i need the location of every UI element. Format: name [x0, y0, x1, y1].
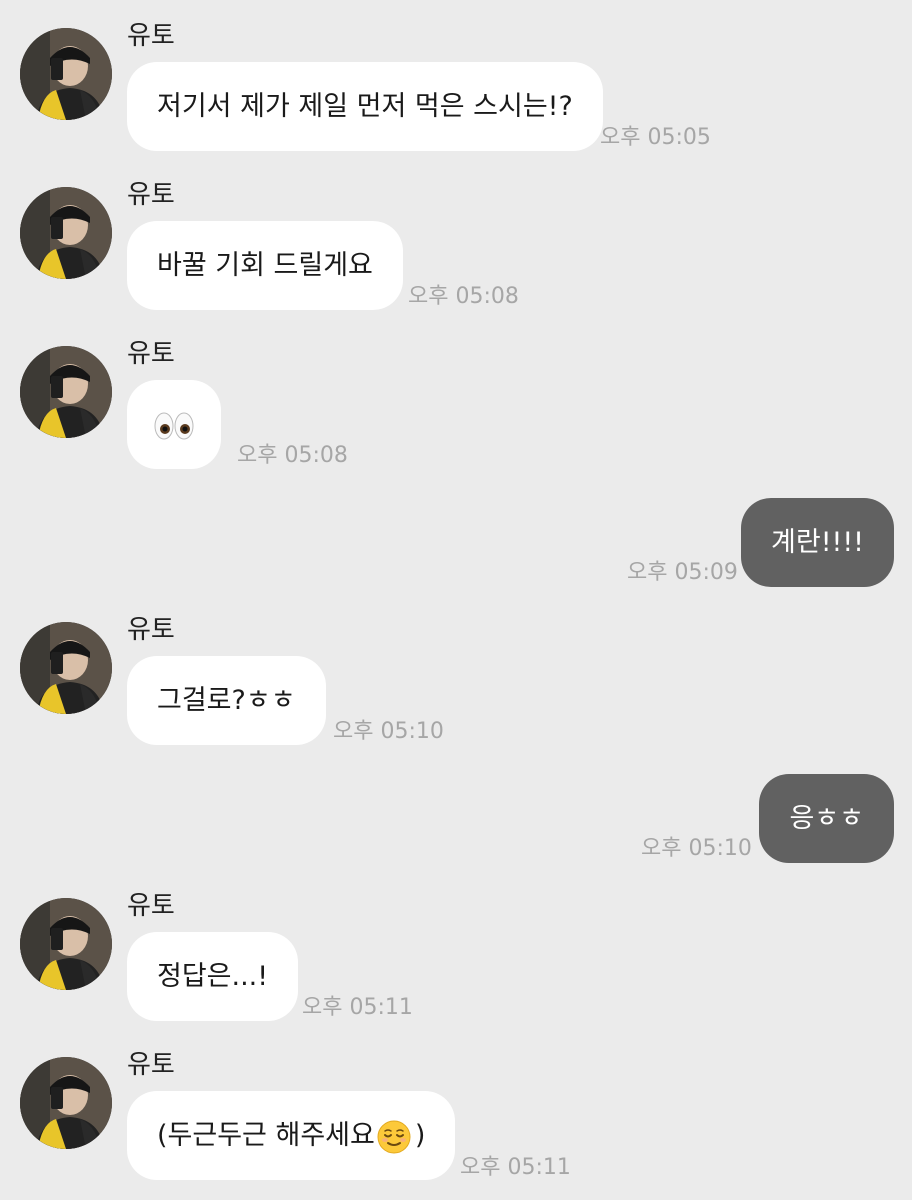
message-timestamp: 오후 05:11: [460, 1155, 571, 1180]
message-bubble[interactable]: (두근두근 해주세요 ): [127, 1091, 456, 1180]
message-bubble[interactable]: 저기서 제가 제일 먼저 먹은 스시는!?: [127, 62, 603, 151]
avatar[interactable]: [20, 622, 112, 714]
avatar[interactable]: [20, 898, 112, 990]
sender-name: 유토: [127, 339, 175, 369]
message-timestamp: 오후 05:09: [627, 560, 738, 585]
message-timestamp: 오후 05:08: [237, 443, 348, 468]
message-text: (두근두근 해주세요: [157, 1120, 375, 1151]
message-bubble[interactable]: 정답은...!: [127, 932, 299, 1021]
avatar[interactable]: [20, 1057, 112, 1149]
message-timestamp: 오후 05:10: [333, 719, 444, 744]
message-timestamp: 오후 05:08: [408, 284, 519, 309]
relieved-face-emoji: [377, 1120, 411, 1153]
message-bubble[interactable]: 계란!!!!: [741, 498, 894, 587]
message-bubble[interactable]: [127, 380, 221, 469]
sender-name: 유토: [127, 21, 175, 51]
avatar[interactable]: [20, 346, 112, 438]
sender-name: 유토: [127, 891, 175, 921]
sender-name: 유토: [127, 615, 175, 645]
sender-name: 유토: [127, 1050, 175, 1080]
eyes-emoji: [154, 412, 194, 439]
message-timestamp: 오후 05:11: [302, 995, 413, 1020]
message-text: ): [414, 1120, 426, 1151]
sender-name: 유토: [127, 180, 175, 210]
message-bubble[interactable]: 응ㅎㅎ: [759, 774, 894, 863]
avatar[interactable]: [20, 187, 112, 279]
message-timestamp: 오후 05:10: [641, 836, 752, 861]
message-bubble[interactable]: 그걸로?ㅎㅎ: [127, 656, 326, 745]
message-bubble[interactable]: 바꿀 기회 드릴게요: [127, 221, 403, 310]
avatar[interactable]: [20, 28, 112, 120]
message-timestamp: 오후 05:05: [600, 125, 711, 150]
